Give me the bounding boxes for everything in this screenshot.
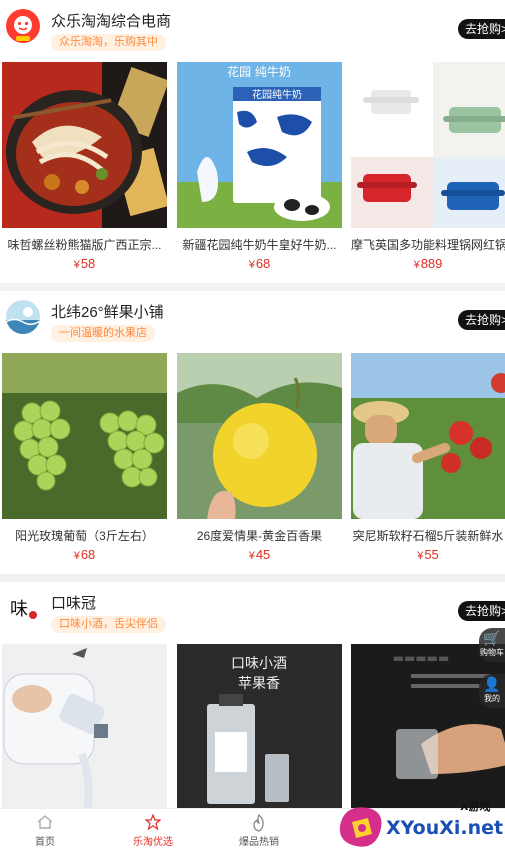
shop-name[interactable]: 北纬26°鲜果小铺 — [51, 301, 164, 322]
app-root: 众乐淘淘综合电商 众乐淘淘，乐购其中 去抢购> 味哲螺丝粉熊猫版广西正宗... … — [0, 0, 505, 853]
product-price: ¥58 — [2, 256, 167, 271]
go-buy-button[interactable]: 去抢购> — [458, 310, 505, 330]
product-price: ¥68 — [2, 547, 167, 562]
product-name: 味哲螺丝粉熊猫版广西正宗... — [7, 238, 162, 252]
price-value: 889 — [420, 256, 443, 271]
product-image — [2, 353, 167, 519]
price-value: 55 — [424, 547, 439, 562]
shop-header: 味 口味冠 口味小酒，舌尖伴侣 去抢购> — [0, 582, 505, 640]
price-value: 68 — [255, 256, 271, 271]
shop-logo — [6, 300, 40, 334]
mine-label: 我的 — [484, 694, 500, 703]
shop-tagline: 口味小酒，舌尖伴侣 — [51, 616, 166, 633]
go-buy-button[interactable]: 去抢购> — [458, 601, 505, 621]
nav-label: 爆品热销 — [239, 837, 279, 848]
product-name: 阳光玫瑰葡萄（3斤左右） — [15, 529, 154, 543]
price-value: 68 — [80, 547, 96, 562]
shop-logo: 味 — [6, 591, 40, 625]
product-price: ¥889 — [351, 256, 505, 271]
product-image — [177, 353, 342, 519]
product-card[interactable]: 花园 纯牛奶 花园纯牛奶 新疆花园纯牛奶牛皇好牛奶... ¥68 — [177, 62, 342, 271]
pack-label-text: 花园纯牛奶 — [252, 88, 302, 101]
cart-label: 购物车 — [480, 648, 504, 657]
product-price: ¥45 — [177, 547, 342, 562]
product-card[interactable]: 阳光玫瑰葡萄（3斤左右） ¥68 — [2, 353, 167, 562]
product-name: 26度爱情果-黄金百香果 — [196, 529, 323, 543]
product-image — [351, 62, 505, 228]
shop-tagline: 一间温暖的水果店 — [51, 325, 155, 342]
star-icon — [144, 813, 162, 831]
nav-label: 首页 — [35, 837, 55, 848]
product-image: 花园 纯牛奶 花园纯牛奶 — [177, 62, 342, 228]
currency-symbol: ¥ — [413, 259, 420, 271]
nav-item-home[interactable]: 首页 — [0, 809, 90, 853]
product-name: 突尼斯软籽石榴5斤装新鲜水 — [352, 529, 504, 543]
shop-card: 北纬26°鲜果小铺 一间温暖的水果店 去抢购> 阳光玫瑰葡萄（3斤左右） ¥68… — [0, 291, 505, 574]
shop-name[interactable]: 口味冠 — [51, 592, 96, 613]
product-row: 阳光玫瑰葡萄（3斤左右） ¥68 26度爱情果-黄金百香果 ¥45 突尼斯软籽石… — [0, 353, 505, 562]
mine-float-button[interactable]: 👤 我的 — [479, 674, 505, 708]
user-icon: 👤 — [483, 676, 501, 692]
price-value: 58 — [80, 256, 96, 271]
poster-banner-text: 花园 纯牛奶 — [227, 64, 291, 79]
home-icon — [37, 815, 53, 829]
product-card[interactable]: 摩飞英国多功能料理锅网红锅 ¥889 — [351, 62, 505, 271]
currency-symbol: ¥ — [73, 259, 80, 271]
product-card[interactable]: 口味小酒 苹果香 — [177, 644, 342, 810]
price-value: 45 — [255, 547, 271, 562]
go-buy-button[interactable]: 去抢购> — [458, 19, 505, 39]
product-card[interactable]: 突尼斯软籽石榴5斤装新鲜水 ¥55 — [351, 353, 505, 562]
cart-icon: 🛒 — [483, 630, 501, 646]
product-image — [2, 62, 167, 228]
product-row: 味哲螺丝粉熊猫版广西正宗... ¥58 花园 纯牛奶 花园纯牛奶 新疆花园纯牛奶… — [0, 62, 505, 271]
product-card[interactable] — [2, 644, 167, 810]
currency-symbol: ¥ — [248, 550, 255, 562]
currency-symbol: ¥ — [417, 550, 424, 562]
svg-text:▬▬▬▬▬: ▬▬▬▬▬ — [393, 651, 450, 665]
shop-header: 北纬26°鲜果小铺 一间温暖的水果店 去抢购> — [0, 291, 505, 349]
shop-logo — [6, 9, 40, 43]
nav-item-featured[interactable]: 乐淘优选 — [108, 809, 198, 853]
currency-symbol: ¥ — [73, 550, 80, 562]
product-image — [2, 644, 167, 810]
shop-card: 众乐淘淘综合电商 众乐淘淘，乐购其中 去抢购> 味哲螺丝粉熊猫版广西正宗... … — [0, 0, 505, 283]
shop-tagline: 众乐淘淘，乐购其中 — [51, 34, 166, 51]
product-price: ¥55 — [351, 547, 505, 562]
product-card[interactable]: 味哲螺丝粉熊猫版广西正宗... ¥58 — [2, 62, 167, 271]
watermark-text: XYouXi.net — [386, 817, 503, 839]
svg-text:味: 味 — [10, 599, 28, 620]
shop-name[interactable]: 众乐淘淘综合电商 — [51, 10, 171, 31]
currency-symbol: ¥ — [248, 259, 255, 271]
nav-label: 乐淘优选 — [133, 837, 173, 848]
shop-card: 味 口味冠 口味小酒，舌尖伴侣 去抢购> 口味小酒 苹果香 ▬▬▬▬▬ — [0, 582, 505, 810]
cart-float-button[interactable]: 🛒 购物车 — [479, 628, 505, 662]
product-name: 摩飞英国多功能料理锅网红锅 — [351, 238, 505, 252]
nav-item-hot[interactable]: 爆品热销 — [214, 809, 304, 853]
product-name: 新疆花园纯牛奶牛皇好牛奶... — [182, 238, 337, 252]
product-price: ¥68 — [177, 256, 342, 271]
fire-icon — [251, 813, 267, 832]
product-card[interactable]: ▬▬▬▬▬ — [351, 644, 505, 810]
poster-title: 口味小酒 — [231, 656, 287, 672]
shop-header: 众乐淘淘综合电商 众乐淘淘，乐购其中 去抢购> — [0, 0, 505, 58]
product-image: ▬▬▬▬▬ — [351, 644, 505, 810]
product-card[interactable]: 26度爱情果-黄金百香果 ¥45 — [177, 353, 342, 562]
watermark-sub: X游戏 — [460, 799, 490, 813]
product-image: 口味小酒 苹果香 — [177, 644, 342, 810]
product-image — [351, 353, 505, 519]
poster-subtitle: 苹果香 — [238, 676, 280, 692]
watermark: X游戏 XYouXi.net — [338, 796, 505, 853]
